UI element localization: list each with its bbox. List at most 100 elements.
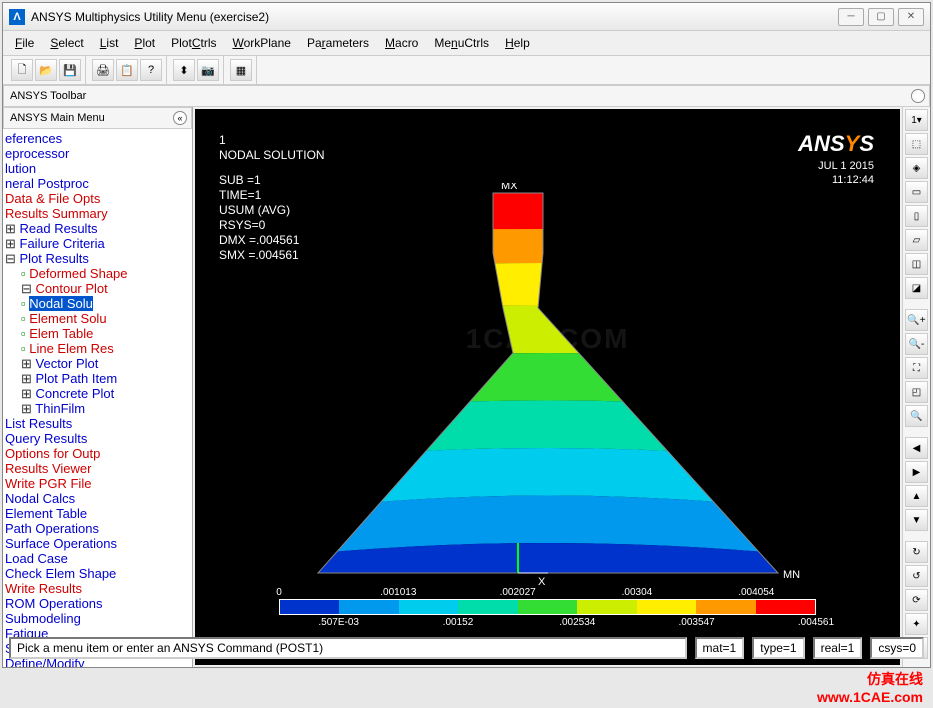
tree-item[interactable]: Plot Path Item [5,371,190,386]
command-bar: Pick a menu item or enter an ANSYS Comma… [9,637,924,659]
pan-down-button[interactable]: ▼ [905,509,928,531]
standard-toolbar: 🗋 📂 💾 🖨 📋 ? ⬍ 📷 ▦ [3,55,930,85]
pan-left-button[interactable]: ◀ [905,437,928,459]
tree-item[interactable]: Concrete Plot [5,386,190,401]
tree-item[interactable]: Check Elem Shape [5,566,190,581]
tree-item[interactable]: Read Results [5,221,190,236]
tree-item[interactable]: Vector Plot [5,356,190,371]
tree-item[interactable]: eprocessor [5,146,190,161]
menu-plotctrls[interactable]: PlotCtrls [165,34,222,52]
right-view-button[interactable]: ▯ [905,205,928,227]
graphics-window[interactable]: 1 NODAL SOLUTION SUB =1 TIME=1 USUM (AVG… [195,109,900,665]
raise-hidden-button[interactable]: ▦ [230,59,252,81]
tree-item[interactable]: Options for Outp [5,446,190,461]
rotate-y-button[interactable]: ↺ [905,565,928,587]
ansys-toolbar-label: ANSYS Toolbar [3,85,930,107]
tree-item[interactable]: ThinFilm [5,401,190,416]
front-view-button[interactable]: ▭ [905,181,928,203]
menu-list[interactable]: List [94,34,125,52]
legend-segment [280,600,339,614]
zoom-in-button[interactable]: 🔍+ [905,309,928,331]
toolbar-toggle-icon[interactable] [911,89,925,103]
tree-item[interactable]: Results Summary [5,206,190,221]
box-zoom-button[interactable]: ◰ [905,381,928,403]
left-view-button[interactable]: ◪ [905,277,928,299]
menu-macro[interactable]: Macro [379,34,424,52]
viewport-dropdown[interactable]: 1▾ [905,109,928,131]
tree-item[interactable]: Surface Operations [5,536,190,551]
menu-tree[interactable]: eferenceseprocessorlutionneral PostprocD… [3,129,192,667]
menu-help[interactable]: Help [499,34,536,52]
menu-file[interactable]: File [9,34,40,52]
tree-item[interactable]: ▫ Element Solu [5,311,190,326]
tree-item[interactable]: Nodal Calcs [5,491,190,506]
help-button[interactable]: ? [140,59,162,81]
toolbar-label-text: ANSYS Toolbar [10,90,86,102]
iso-view-button[interactable]: ⬚ [905,133,928,155]
tree-item[interactable]: Load Case [5,551,190,566]
tree-item[interactable]: Failure Criteria [5,236,190,251]
fit-view-button[interactable]: ⛶ [905,357,928,379]
mn-label: MN [783,569,800,581]
rotate-x-button[interactable]: ↻ [905,541,928,563]
tree-item[interactable]: Element Table [5,506,190,521]
tree-item[interactable]: Write Results [5,581,190,596]
rotate-z-button[interactable]: ⟳ [905,589,928,611]
status-mat: mat=1 [695,637,745,659]
top-view-button[interactable]: ▱ [905,229,928,251]
legend-segment [637,600,696,614]
menu-menuctrls[interactable]: MenuCtrls [428,34,495,52]
image-capture-button[interactable]: 📷 [197,59,219,81]
legend-segment [399,600,458,614]
tree-item[interactable]: Plot Results [5,251,190,266]
pan-up-button[interactable]: ▲ [905,485,928,507]
print-button[interactable]: 🖨 [92,59,114,81]
main-menu-sidebar: ANSYS Main Menu « eferenceseprocessorlut… [3,107,193,667]
legend-segment [458,600,517,614]
tree-item[interactable]: ▫ Line Elem Res [5,341,190,356]
pan-zoom-button[interactable]: ⬍ [173,59,195,81]
legend-segment [518,600,577,614]
tree-item[interactable]: ROM Operations [5,596,190,611]
tree-item[interactable]: lution [5,161,190,176]
ansys-logo: ANSYS [798,131,874,157]
tree-item[interactable]: Results Viewer [5,461,190,476]
report-button[interactable]: 📋 [116,59,138,81]
tree-item[interactable]: Path Operations [5,521,190,536]
save-button[interactable]: 💾 [59,59,81,81]
menu-plot[interactable]: Plot [128,34,161,52]
zoom-out-button[interactable]: 🔍- [905,333,928,355]
tree-item[interactable]: Query Results [5,431,190,446]
tree-item[interactable]: Submodeling [5,611,190,626]
legend-segment [756,600,815,614]
new-button[interactable]: 🗋 [11,59,33,81]
minimize-button[interactable]: ─ [838,8,864,26]
status-real: real=1 [813,637,863,659]
tree-item[interactable]: ▫ Elem Table [5,326,190,341]
tree-item[interactable]: ▫ Deformed Shape [5,266,190,281]
contour-plot: MX MN X [268,183,828,593]
tree-item[interactable]: Write PGR File [5,476,190,491]
maximize-button[interactable]: ▢ [868,8,894,26]
site-watermark: 仿真在线 www.1CAE.com [817,670,923,706]
dynamic-mode-button[interactable]: ✦ [905,613,928,635]
status-type: type=1 [752,637,804,659]
pan-right-button[interactable]: ▶ [905,461,928,483]
tree-item[interactable]: Contour Plot [5,281,190,296]
oblique-view-button[interactable]: ◈ [905,157,928,179]
tree-item[interactable]: Nodal Solu [29,296,93,311]
tree-item[interactable]: eferences [5,131,190,146]
close-button[interactable]: ✕ [898,8,924,26]
tree-item[interactable]: neral Postproc [5,176,190,191]
menu-parameters[interactable]: Parameters [301,34,375,52]
open-button[interactable]: 📂 [35,59,57,81]
tree-item[interactable]: Data & File Opts [5,191,190,206]
sidebar-toggle-icon[interactable]: « [173,111,187,125]
zoom-win-back-button[interactable]: 🔍 [905,405,928,427]
tree-item[interactable]: List Results [5,416,190,431]
command-prompt[interactable]: Pick a menu item or enter an ANSYS Comma… [9,637,687,659]
back-view-button[interactable]: ◫ [905,253,928,275]
menu-workplane[interactable]: WorkPlane [226,34,296,52]
menu-select[interactable]: Select [44,34,89,52]
legend-segment [696,600,755,614]
